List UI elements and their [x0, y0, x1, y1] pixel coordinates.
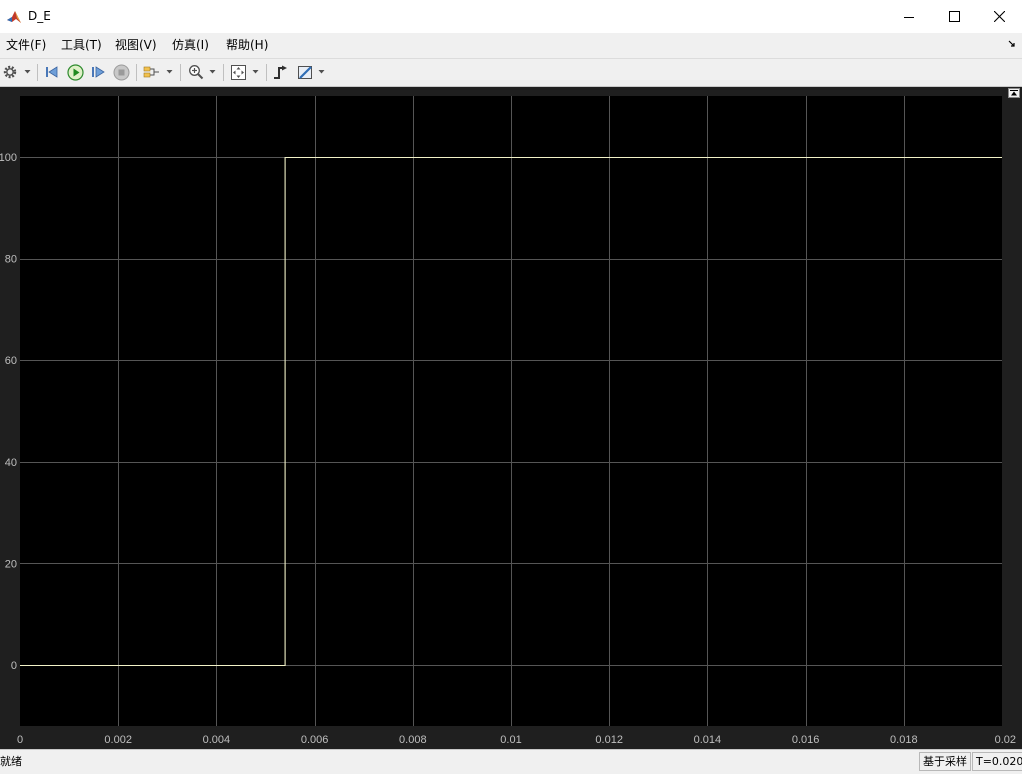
toolbar [0, 58, 1022, 87]
y-tick-label: 80 [5, 254, 17, 266]
zoom-in-icon [189, 65, 204, 80]
undock-icon [1010, 90, 1018, 96]
menu-bar: 文件(F) 工具(T) 视图(V) 仿真(I) 帮助(H) [0, 33, 1022, 57]
measurements-icon [297, 65, 312, 79]
x-tick-label: 0.006 [301, 734, 329, 746]
fit-axes-button[interactable] [229, 63, 247, 81]
zoom-button[interactable] [187, 63, 205, 81]
x-tick-label: 0 [17, 734, 23, 746]
maximize-icon [948, 11, 960, 22]
scope-chart[interactable]: 0 0.002 0.004 0.006 0.008 0.01 0.012 0.014 0.016… [0, 87, 1022, 749]
minimize-icon [904, 16, 914, 18]
toolbar-separator [37, 64, 38, 81]
minimize-button[interactable] [886, 0, 932, 33]
status-text: 就绪 [0, 755, 22, 768]
x-tick-label: 0.014 [694, 734, 722, 746]
measurements-dropdown-icon[interactable] [318, 68, 325, 75]
measurements-button[interactable] [296, 63, 314, 81]
scope-display: 0 0.002 0.004 0.006 0.008 0.01 0.012 0.014 0.016… [0, 87, 1022, 749]
toolbar-separator [223, 64, 224, 81]
signal-selector-icon [143, 66, 159, 78]
step-forward-icon [92, 66, 105, 78]
run-icon [66, 63, 84, 81]
stop-icon [113, 64, 129, 80]
x-tick-label: 0.016 [792, 734, 820, 746]
fit-axes-icon [230, 64, 246, 80]
maximize-button[interactable] [931, 0, 977, 33]
x-tick-label: 0.012 [595, 734, 623, 746]
toolbar-separator [266, 64, 267, 81]
undock-button[interactable] [1008, 88, 1020, 98]
settings-gear-icon [3, 65, 17, 79]
menu-tools[interactable]: 工具(T) [61, 37, 102, 53]
x-tick-label: 0.004 [203, 734, 231, 746]
triggers-icon [273, 65, 287, 79]
y-tick-label: 100 [0, 152, 17, 164]
x-tick-label: 0.01 [500, 734, 521, 746]
title-bar: D_E [0, 0, 1022, 33]
simulation-time-indicator: T=0.020 [972, 752, 1022, 771]
fit-axes-dropdown-icon[interactable] [252, 68, 259, 75]
settings-dropdown-icon[interactable] [24, 68, 31, 75]
stop-button[interactable] [112, 63, 130, 81]
y-tick-label: 0 [11, 660, 17, 672]
menu-view[interactable]: 视图(V) [115, 37, 157, 53]
y-tick-label: 40 [5, 457, 17, 469]
x-tick-label: 0.02 [995, 734, 1016, 746]
settings-button[interactable] [1, 63, 19, 81]
close-button[interactable] [976, 0, 1022, 33]
dock-arrow-icon[interactable] [1008, 40, 1017, 49]
close-icon [993, 11, 1005, 22]
y-tick-label: 60 [5, 355, 17, 367]
x-tick-label: 0.018 [890, 734, 918, 746]
zoom-dropdown-icon[interactable] [209, 68, 216, 75]
x-tick-label: 0.002 [104, 734, 132, 746]
run-button[interactable] [66, 63, 84, 81]
signal-selector-button[interactable] [143, 63, 161, 81]
toolbar-separator [180, 64, 181, 81]
menu-simulation[interactable]: 仿真(I) [172, 37, 209, 53]
toolbar-separator [136, 64, 137, 81]
sample-mode-indicator: 基于采样 [919, 752, 971, 771]
x-tick-label: 0.008 [399, 734, 427, 746]
step-back-button[interactable] [43, 63, 61, 81]
matlab-app-icon [7, 11, 21, 23]
y-tick-label: 20 [5, 558, 17, 570]
triggers-button[interactable] [271, 63, 289, 81]
step-back-icon [46, 66, 58, 78]
status-bar: 就绪 基于采样 T=0.020 [0, 749, 1022, 774]
window-title: D_E [28, 9, 51, 23]
menu-help[interactable]: 帮助(H) [226, 37, 268, 53]
step-forward-button[interactable] [89, 63, 107, 81]
signal-selector-dropdown-icon[interactable] [166, 68, 173, 75]
menu-file[interactable]: 文件(F) [6, 37, 46, 53]
